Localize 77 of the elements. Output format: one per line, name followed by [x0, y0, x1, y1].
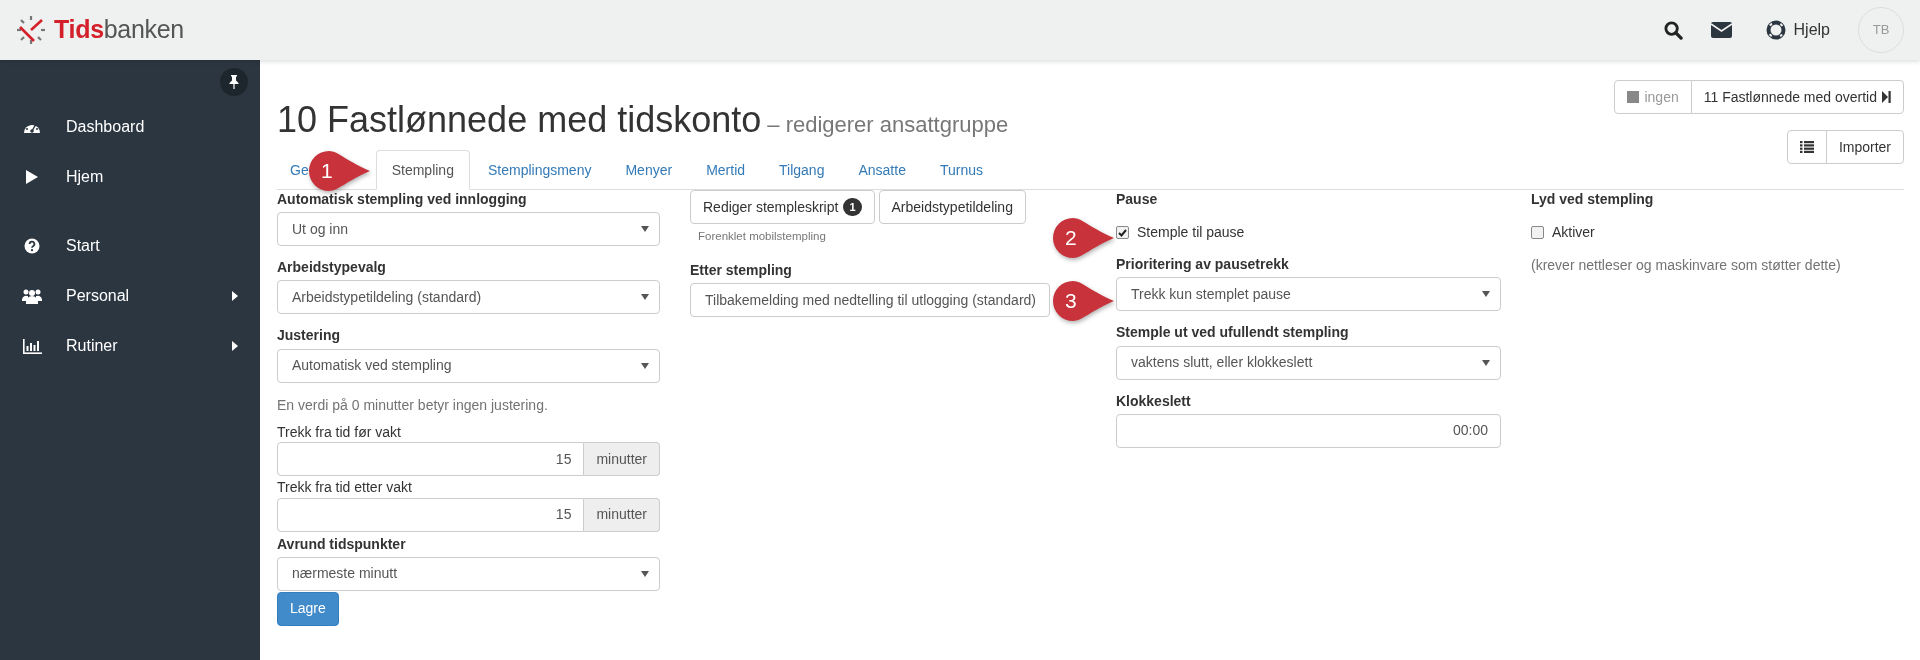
caret-icon [641, 294, 649, 301]
search-icon[interactable] [1663, 20, 1683, 40]
tab[interactable]: Ge [277, 150, 310, 190]
unit-addon: minutter [584, 497, 660, 532]
caret-icon [641, 570, 649, 577]
skip-forward-icon [1882, 91, 1891, 103]
callout-marker: 3 [1052, 280, 1114, 322]
action-button[interactable]: Arbeidstypetildeling [878, 190, 1026, 224]
list-view-button[interactable] [1786, 130, 1827, 164]
select-field[interactable]: vaktens slutt, eller klokkeslett [1116, 345, 1501, 380]
select-field[interactable]: Automatisk ved stempling [277, 348, 660, 383]
number-input[interactable]: 15 [277, 442, 585, 477]
sidebar-item[interactable]: Personal [0, 271, 260, 321]
tab[interactable]: Stempling [375, 150, 470, 190]
checkbox[interactable] [1531, 226, 1544, 240]
lifebuoy-icon[interactable] [1765, 20, 1786, 40]
tab[interactable]: Mertid [690, 150, 762, 190]
help-text: (krever nettleser og maskinvare som støtter dette) [1531, 256, 1842, 276]
field-label: Justering [277, 326, 341, 345]
tab[interactable]: Stemplingsmeny [471, 150, 608, 190]
field-label: Etter stempling [690, 261, 793, 280]
time-input[interactable]: 00:00 [1116, 413, 1501, 448]
tab[interactable]: Tilgang [763, 150, 841, 190]
list-icon [1799, 141, 1814, 153]
caret-icon [1482, 359, 1490, 366]
bar-chart-icon [22, 338, 42, 354]
unit-addon: minutter [584, 442, 660, 477]
next-group-button[interactable]: 11 Fastlønnede med overtid [1690, 80, 1904, 114]
checkbox[interactable] [1116, 226, 1129, 240]
tab[interactable]: Turnus [923, 150, 999, 190]
callout-marker: 2 [1052, 217, 1114, 259]
pin-button[interactable] [220, 68, 248, 96]
select-field[interactable]: Tilbakemelding med nedtelling til utlogging (standard) [690, 283, 1050, 318]
page-title: 10 Fastlønnede med tidskonto [277, 99, 762, 140]
caret-icon [641, 226, 649, 233]
field-label: Avrund tidspunkter [277, 534, 407, 553]
tab[interactable]: Ansatte [842, 150, 922, 190]
question-icon [24, 238, 40, 254]
users-icon [22, 288, 42, 304]
select-field[interactable]: Trekk kun stemplet pause [1116, 277, 1501, 312]
field-label: Stemple ut ved ufullendt stempling [1116, 323, 1350, 342]
envelope-icon[interactable] [1710, 22, 1732, 38]
pin-icon [229, 75, 239, 89]
sidebar-item[interactable]: Rutiner [0, 321, 260, 371]
caret-icon [1482, 291, 1490, 298]
help-text: Forenklet mobilstempling [698, 229, 827, 244]
section-heading: Lyd ved stempling [1531, 190, 1655, 209]
help-text: En verdi på 0 minutter betyr ingen justering. [277, 395, 549, 415]
brand-logo[interactable]: Tidsbanken [54, 11, 184, 49]
import-button[interactable]: Importer [1825, 130, 1904, 164]
callout-marker: 1 [308, 150, 370, 192]
field-label: Prioritering av pausetrekk [1116, 255, 1290, 274]
checkbox-label[interactable]: Aktiver [1552, 222, 1595, 244]
select-field[interactable]: nærmeste minutt [277, 556, 660, 591]
count-badge: 1 [843, 197, 862, 217]
page-subtitle: – redigerer ansattgruppe [767, 112, 1009, 137]
field-label: Automatisk stempling ved innlogging [277, 190, 528, 209]
action-button[interactable]: Rediger stempleskript 1 [690, 190, 875, 224]
tab[interactable]: Menyer [609, 150, 689, 190]
sidebar-item[interactable]: Dashboard [0, 102, 260, 152]
sidebar-item[interactable]: Hjem [0, 152, 260, 202]
select-field[interactable]: Arbeidstypetildeling (standard) [277, 280, 660, 315]
select-field[interactable]: Ut og inn [277, 212, 660, 247]
field-label: Trekk fra tid før vakt [277, 423, 402, 442]
checkbox-label[interactable]: Stemple til pause [1137, 222, 1245, 244]
field-label: Trekk fra tid etter vakt [277, 479, 413, 497]
help-link[interactable]: Hjelp [1793, 18, 1830, 42]
field-label: Klokkeslett [1116, 391, 1192, 410]
section-heading: Pause [1116, 190, 1159, 209]
play-icon [25, 169, 39, 185]
sidebar-item[interactable]: Start [0, 221, 260, 271]
caret-icon [641, 362, 649, 369]
field-label: Arbeidstypevalg [277, 258, 387, 277]
stop-icon [1627, 91, 1640, 103]
clock-logo-icon [16, 15, 46, 45]
number-input[interactable]: 15 [277, 497, 585, 532]
save-button[interactable]: Lagre [277, 591, 339, 626]
